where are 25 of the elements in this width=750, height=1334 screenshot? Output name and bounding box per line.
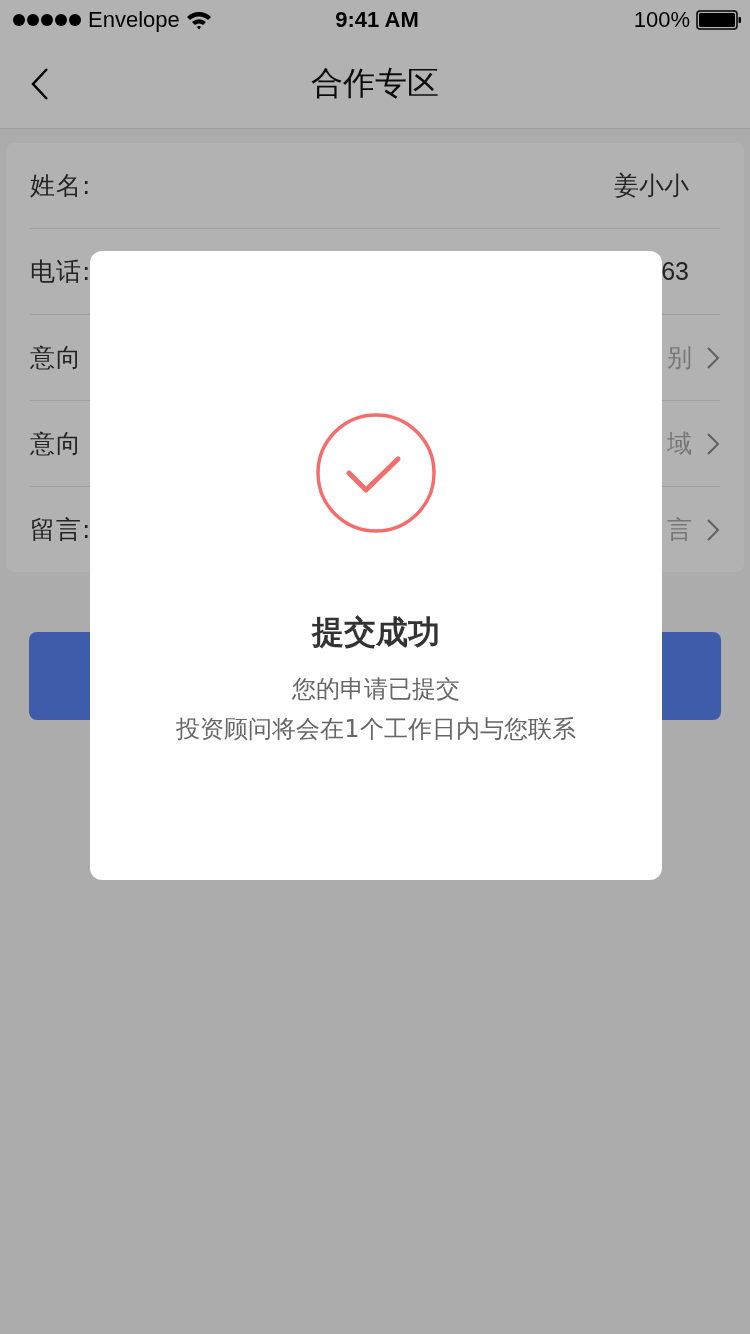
field-label: 意向 (30, 342, 82, 374)
clock-time: 9:41 AM (335, 7, 419, 33)
chevron-right-icon (706, 517, 720, 542)
dialog-message: 投资顾问将会在1个工作日内与您联系 (176, 714, 576, 745)
dialog-message: 您的申请已提交 (292, 674, 460, 705)
signal-icon (12, 13, 82, 27)
wifi-icon (185, 10, 212, 30)
field-label: 电话: (30, 256, 92, 288)
page-title: 合作专区 (311, 63, 439, 104)
field-label: 留言: (30, 514, 92, 546)
field-value: 姜小小 (614, 170, 689, 201)
dialog-title: 提交成功 (312, 612, 440, 653)
battery-icon (696, 10, 742, 30)
battery-percent: 100% (633, 7, 690, 33)
field-label: 意向 (30, 428, 82, 460)
field-placeholder[interactable]: 言 (667, 513, 692, 546)
field-placeholder[interactable]: 域 (667, 427, 692, 460)
chevron-right-icon (706, 345, 720, 370)
carrier-name: Envelope (88, 7, 180, 33)
field-value: 63 (661, 257, 689, 286)
field-label: 姓名: (30, 170, 92, 202)
back-icon[interactable] (30, 67, 50, 101)
chevron-right-icon (706, 431, 720, 456)
check-circle-icon (314, 411, 438, 535)
field-placeholder[interactable]: 别 (667, 341, 692, 374)
